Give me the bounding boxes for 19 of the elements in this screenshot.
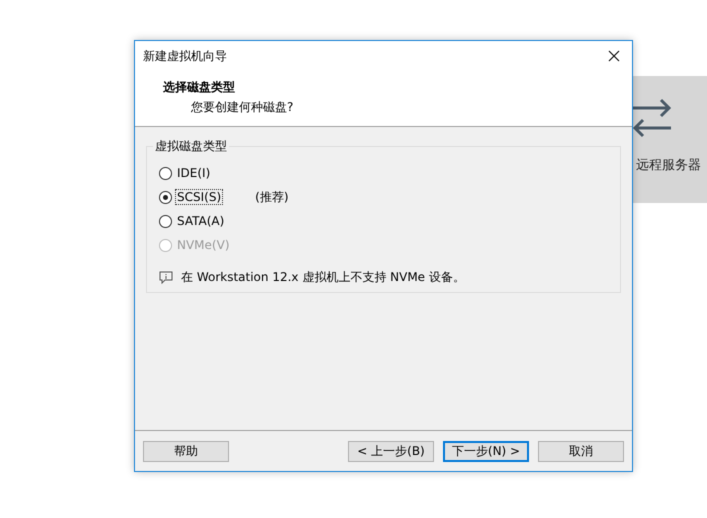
group-title: 虚拟磁盘类型 xyxy=(153,138,229,155)
dialog-button[interactable]: 取消 xyxy=(538,440,624,462)
info-text: 在 Workstation 12.x 虚拟机上不支持 NVMe 设备。 xyxy=(181,269,465,286)
info-icon xyxy=(159,271,173,284)
radio-button[interactable] xyxy=(159,214,172,228)
dialog-button[interactable]: < 上一步(B) xyxy=(348,440,434,462)
transfer-arrows-icon xyxy=(631,98,673,138)
radio-label[interactable]: SCSI(S) xyxy=(175,189,224,205)
radio-label[interactable]: SATA(A) xyxy=(175,213,226,229)
radio-button[interactable] xyxy=(159,166,172,180)
close-icon[interactable] xyxy=(608,50,620,62)
page-subheading: 您要创建何种磁盘? xyxy=(191,99,294,116)
recommended-note: (推荐) xyxy=(255,188,289,206)
radio-label[interactable]: IDE(I) xyxy=(175,165,212,181)
window-title: 新建虚拟机向导 xyxy=(143,48,227,64)
page-heading: 选择磁盘类型 xyxy=(163,79,236,96)
dialog-button[interactable]: 下一步(N) > xyxy=(443,440,529,462)
radio-button[interactable] xyxy=(159,190,172,204)
dialog-button[interactable]: 帮助 xyxy=(143,440,229,462)
